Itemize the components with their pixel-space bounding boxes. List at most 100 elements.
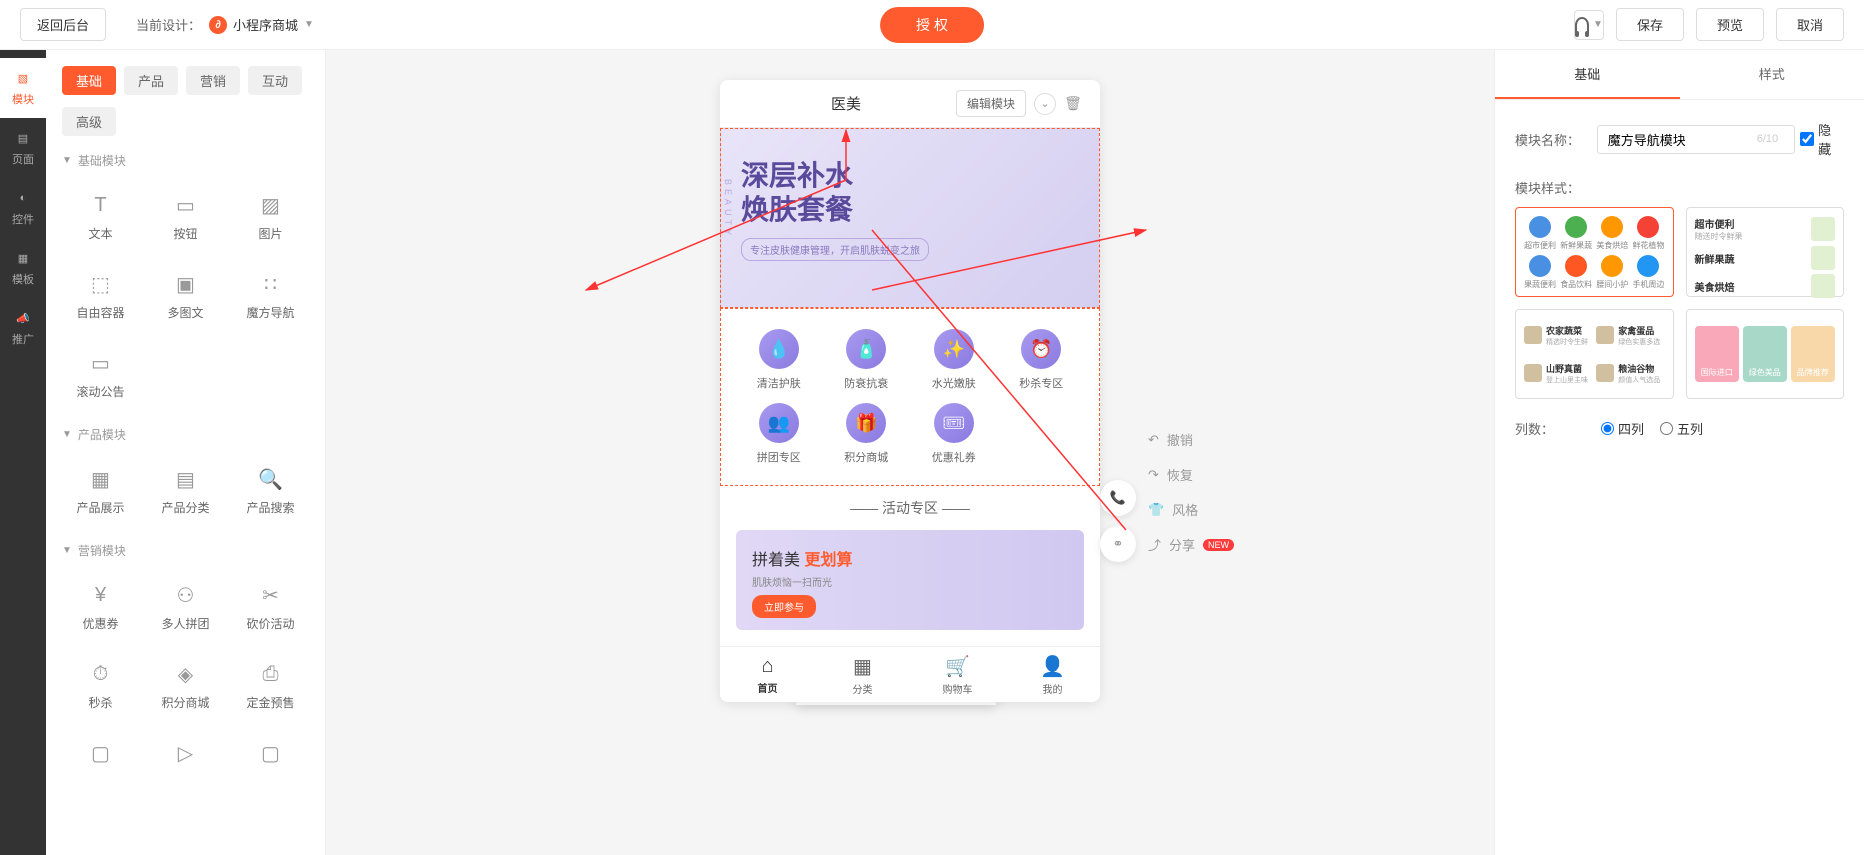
comp-points[interactable]: ◈积分商城: [147, 650, 224, 721]
pill-interactive[interactable]: 互动: [248, 66, 302, 95]
undo-button[interactable]: ↶撤销: [1148, 430, 1234, 449]
comp-more1[interactable]: ▢: [62, 729, 139, 777]
tab-home[interactable]: ⌂首页: [720, 647, 815, 702]
back-button[interactable]: 返回后台: [20, 8, 106, 41]
comp-magicnav[interactable]: ∷魔方导航: [232, 260, 309, 331]
comp-product-category[interactable]: ▤产品分类: [147, 455, 224, 526]
magic-nav-module[interactable]: 💧 清洁护肤 🧴防衰抗衰✨水光嫩肤⏰秒杀专区 👥 拼团专区 🎁 积分商城 🎟优惠礼券: [720, 308, 1100, 486]
bargain-icon: ✂: [251, 581, 291, 609]
nav-item-label: 防衰抗衰: [844, 375, 888, 391]
style-icon: 👕: [1148, 502, 1164, 518]
undo-icon: ↶: [1148, 432, 1159, 448]
nav-item-label: 秒杀专区: [1019, 375, 1063, 391]
share-icon: ⤴: [1148, 535, 1161, 554]
comp-button[interactable]: ▭按钮: [147, 181, 224, 252]
comp-coupon[interactable]: ¥优惠券: [62, 571, 139, 642]
save-button[interactable]: 保存: [1616, 8, 1684, 41]
share-float-button[interactable]: ⚭: [1100, 526, 1136, 562]
style-card-2[interactable]: 超市便利随送时令鲜果新鲜果蔬美食烘焙: [1686, 207, 1845, 297]
nav-item-icon: 🎁: [846, 403, 886, 443]
comp-groupbuy[interactable]: ⚇多人拼团: [147, 571, 224, 642]
nav-modules[interactable]: ▧模块: [0, 58, 46, 118]
comp-bargain[interactable]: ✂砍价活动: [232, 571, 309, 642]
points-icon: ◈: [166, 660, 206, 688]
nav-templates[interactable]: ▦模板: [0, 238, 46, 298]
nav-item[interactable]: 💧 清洁护肤: [741, 329, 817, 391]
multiimage-icon: ▣: [166, 270, 206, 298]
nav-item-label: 积分商城: [844, 449, 888, 465]
cancel-button[interactable]: 取消: [1776, 8, 1844, 41]
tab-cart[interactable]: 🛒购物车: [910, 647, 1005, 702]
comp-multiimage[interactable]: ▣多图文: [147, 260, 224, 331]
comp-text[interactable]: T文本: [62, 181, 139, 252]
promote-icon: 📣: [14, 309, 32, 327]
section-marketing-title: ▼营销模块: [62, 542, 309, 559]
redo-button[interactable]: ↷恢复: [1148, 465, 1234, 484]
nav-item[interactable]: 🎟优惠礼券: [916, 403, 992, 465]
nav-item-icon: 👥: [759, 403, 799, 443]
tab-mine[interactable]: 👤我的: [1005, 647, 1100, 702]
rtab-style[interactable]: 样式: [1680, 50, 1864, 99]
section-basic-title: ▼基础模块: [62, 152, 309, 169]
design-label: 当前设计：: [136, 15, 201, 34]
radio-4col[interactable]: 四列: [1601, 419, 1644, 438]
pill-basic[interactable]: 基础: [62, 66, 116, 95]
nav-item[interactable]: ✨水光嫩肤: [916, 329, 992, 391]
product-search-icon: 🔍: [251, 465, 291, 493]
pill-product[interactable]: 产品: [124, 66, 178, 95]
new-badge: NEW: [1203, 539, 1234, 551]
nav-item-label: 清洁护肤: [757, 375, 801, 391]
comp-flash[interactable]: ⏱秒杀: [62, 650, 139, 721]
activity-banner-btn[interactable]: 立即参与: [752, 595, 816, 618]
nav-item-icon: 🎟: [934, 403, 974, 443]
pill-marketing[interactable]: 营销: [186, 66, 240, 95]
nav-item-label: 拼团专区: [757, 449, 801, 465]
marquee-icon: ▭: [81, 349, 121, 377]
pages-icon: ▤: [14, 129, 32, 147]
activity-banner[interactable]: 拼着美 更划算 肌肤烦恼一扫而光 立即参与: [736, 530, 1084, 630]
hide-checkbox[interactable]: 隐藏: [1800, 120, 1844, 158]
edit-module-button[interactable]: 编辑模块: [956, 90, 1026, 117]
style-card-1[interactable]: 超市便利新鲜果蔬美食烘焙鲜花植物果蔬便利食品饮料腰间小护手机周边: [1515, 207, 1674, 297]
rtab-basic[interactable]: 基础: [1495, 50, 1680, 99]
nav-promote[interactable]: 📣推广: [0, 298, 46, 358]
more-options-button[interactable]: ⌄: [1034, 93, 1056, 115]
comp-more2[interactable]: ▷: [147, 729, 224, 777]
nav-item[interactable]: ⏰秒杀专区: [1004, 329, 1080, 391]
groupbuy-icon: ⚇: [166, 581, 206, 609]
share-button[interactable]: ⤴分享NEW: [1148, 535, 1234, 554]
coupon-icon: ¥: [81, 581, 121, 609]
comp-image[interactable]: ▨图片: [232, 181, 309, 252]
nav-item[interactable]: 🧴防衰抗衰: [829, 329, 905, 391]
style-card-4[interactable]: 国际进口绿色美品品牌推荐: [1686, 309, 1845, 399]
support-button[interactable]: ▼: [1574, 10, 1604, 40]
category-icon: ▦: [853, 654, 872, 679]
comp-more3[interactable]: ▢: [232, 729, 309, 777]
banner-module[interactable]: BEAUTY 深层补水 焕肤套餐 专注皮肤健康管理，开启肌肤蜕变之旅: [720, 128, 1100, 308]
comp-container[interactable]: ⬚自由容器: [62, 260, 139, 331]
design-name: 小程序商城: [233, 15, 298, 34]
radio-5col[interactable]: 五列: [1660, 419, 1703, 438]
nav-item-icon: 💧: [759, 329, 799, 369]
design-selector[interactable]: ∂ 小程序商城 ▼: [209, 15, 314, 34]
delete-button[interactable]: 🗑: [1062, 93, 1084, 115]
style-button[interactable]: 👕风格: [1148, 500, 1234, 519]
comp-marquee[interactable]: ▭滚动公告: [62, 339, 139, 410]
comp-presale[interactable]: ⎙定金预售: [232, 650, 309, 721]
phone-float-button[interactable]: 📞: [1100, 480, 1136, 516]
banner-title1: 深层补水: [741, 159, 1079, 193]
miniprogram-icon: ∂: [209, 16, 227, 34]
authorize-button[interactable]: 授 权: [880, 7, 984, 43]
comp-product-search[interactable]: 🔍产品搜索: [232, 455, 309, 526]
nav-item[interactable]: 👥 拼团专区: [741, 403, 817, 465]
pill-advanced[interactable]: 高级: [62, 107, 116, 136]
nav-pages[interactable]: ▤页面: [0, 118, 46, 178]
style-card-3[interactable]: 农家蔬菜精选时令生鲜家禽蛋品绿色实惠多选山野真菌登上山里主味粮油谷物颜值人气选品: [1515, 309, 1674, 399]
nav-widgets[interactable]: ◐控件: [0, 178, 46, 238]
style-label: 模块样式：: [1515, 178, 1585, 197]
nav-item[interactable]: 🎁 积分商城: [829, 403, 905, 465]
preview-button[interactable]: 预览: [1696, 8, 1764, 41]
activity-title: —— 活动专区 ——: [720, 486, 1100, 530]
comp-product-display[interactable]: ▦产品展示: [62, 455, 139, 526]
tab-category[interactable]: ▦分类: [815, 647, 910, 702]
